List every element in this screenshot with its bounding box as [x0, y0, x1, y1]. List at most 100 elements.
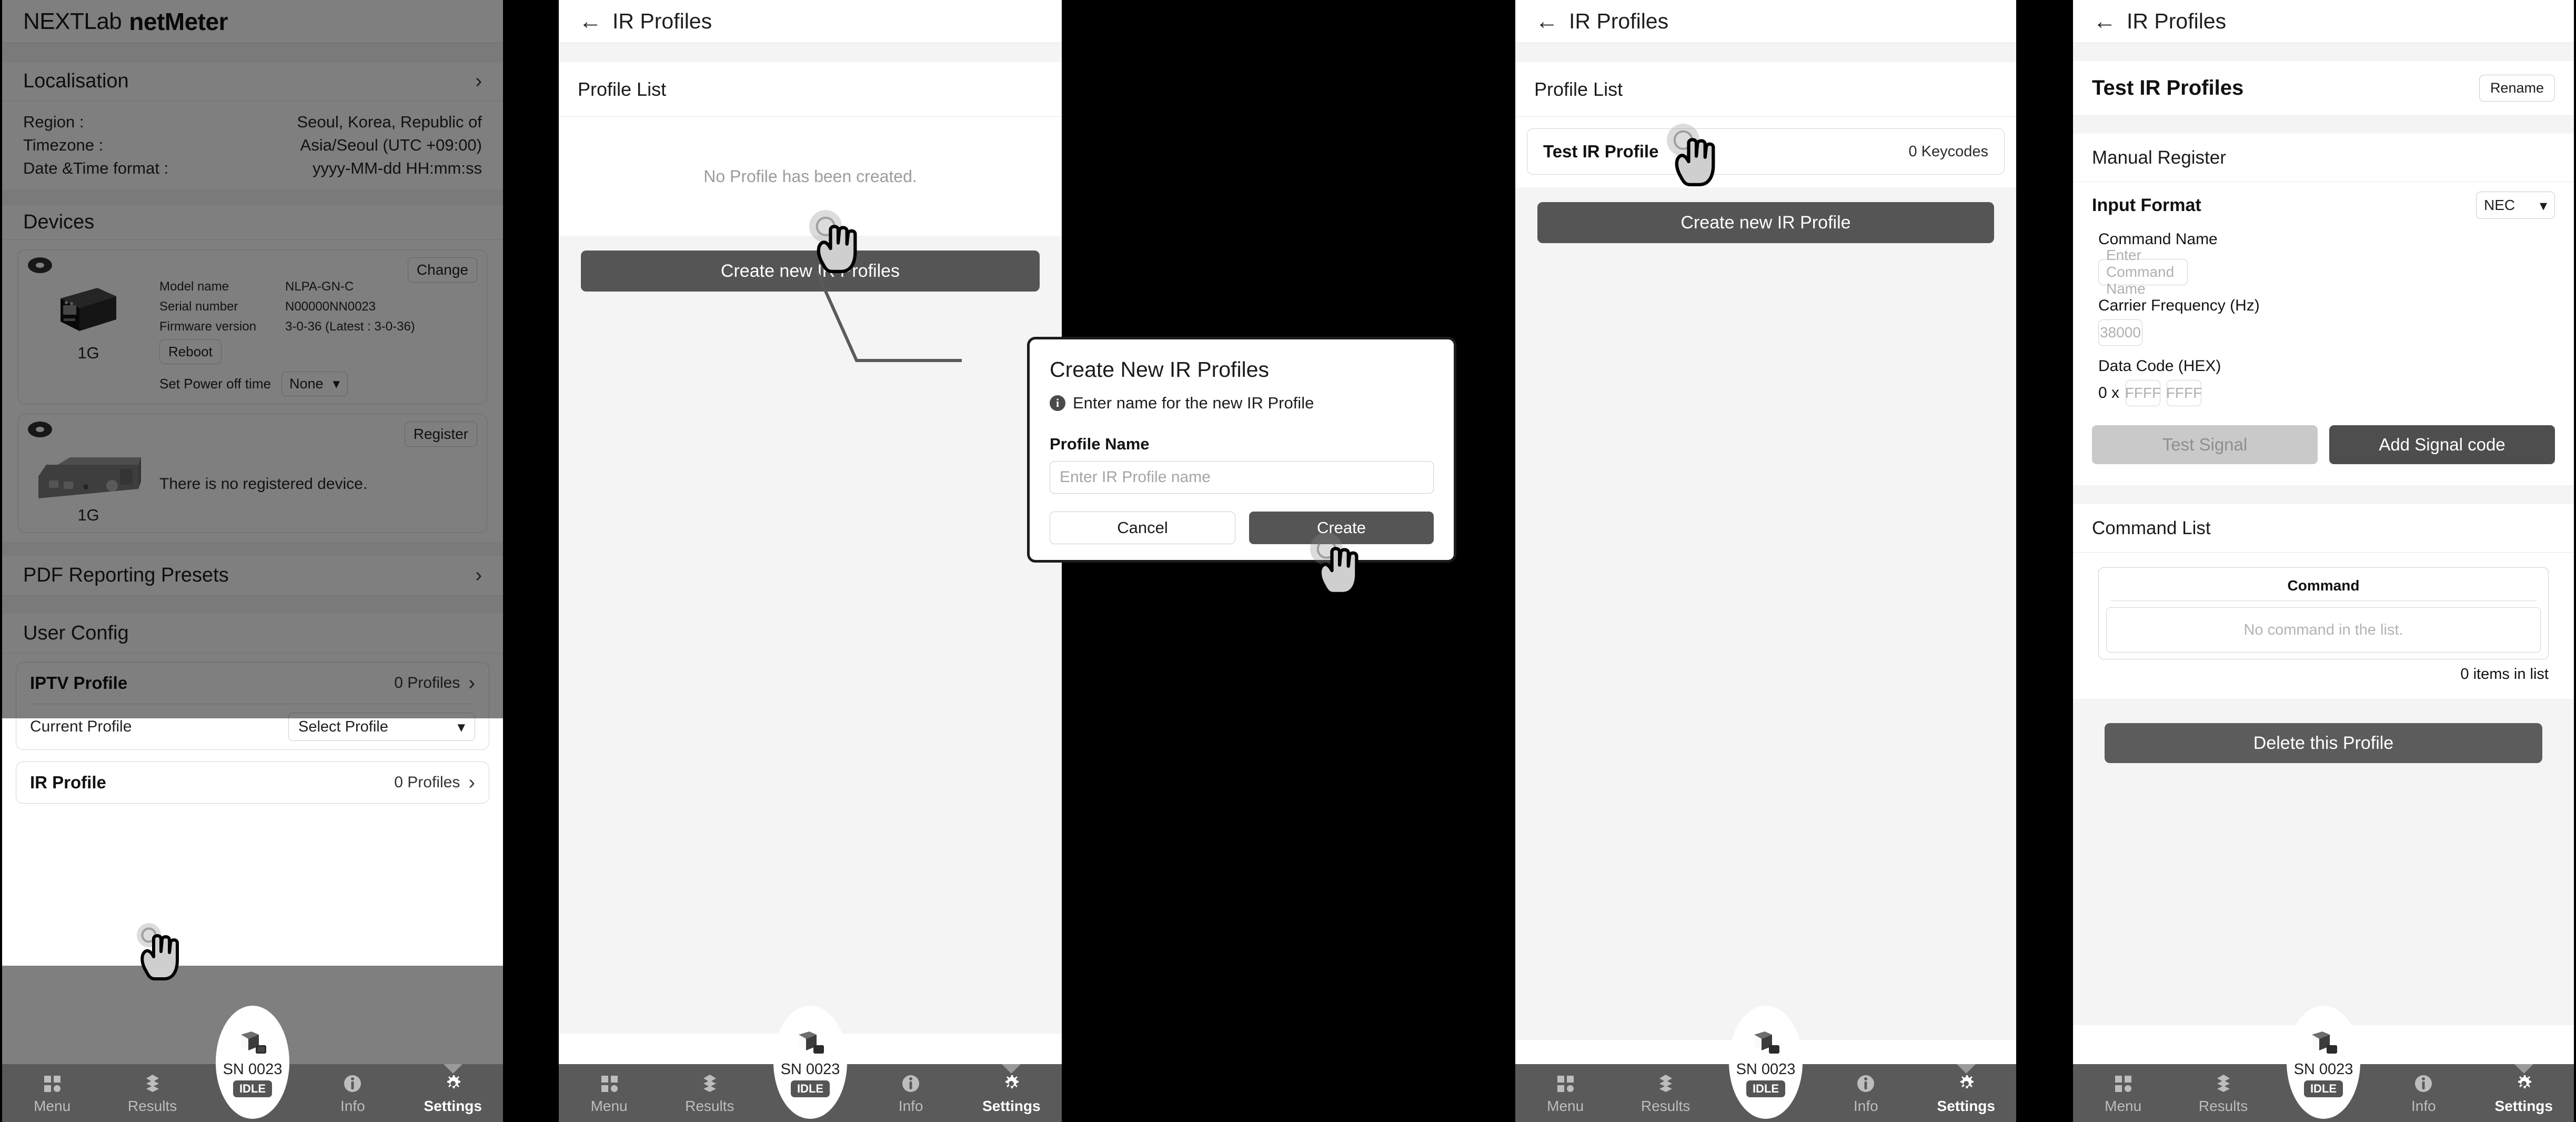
nav-item-info-p4[interactable]: Info: [2376, 1064, 2471, 1115]
rename-button[interactable]: Rename: [2479, 75, 2555, 102]
profile-list-header-panel2: Profile List: [559, 62, 1062, 117]
nav-item-results-p4[interactable]: Results: [2176, 1064, 2271, 1115]
carrier-frequency-input[interactable]: 38000: [2098, 319, 2142, 346]
nav-item-menu-p4[interactable]: Menu: [2076, 1064, 2171, 1115]
nav-item-info[interactable]: Info: [305, 1064, 400, 1115]
create-new-ir-profiles-button[interactable]: Create new IR Profiles: [581, 251, 1040, 292]
spacer-p4-c: [2073, 485, 2574, 504]
ir-profile-card[interactable]: IR Profile 0 Profiles ›: [16, 762, 489, 804]
dialog-info-line: i Enter name for the new IR Profile: [1050, 394, 1434, 413]
datetime-format-label: Date &Time format :: [23, 159, 169, 177]
nav-item-info-p2[interactable]: Info: [863, 1064, 959, 1115]
device-cube-icon: [61, 288, 116, 331]
add-signal-code-button[interactable]: Add Signal code: [2329, 425, 2555, 464]
delete-profile-button[interactable]: Delete this Profile: [2105, 723, 2542, 763]
profile-name-input[interactable]: Enter IR Profile name: [1050, 461, 1434, 494]
hex-input-2[interactable]: FFFF: [2166, 380, 2202, 406]
register-button[interactable]: Register: [404, 422, 477, 447]
spacer-p3: [1515, 43, 2016, 62]
gear-icon: [442, 1071, 464, 1096]
info-icon: [342, 1071, 363, 1096]
panel4-delete-area: Delete this Profile: [2073, 699, 2574, 1025]
brand-nextlab: NEXTLab: [23, 8, 122, 34]
input-format-label: Input Format: [2092, 195, 2201, 215]
nav-label-settings-p2: Settings: [982, 1098, 1041, 1114]
device-card-unregistered[interactable]: Register 1G There is no registered devic…: [18, 414, 487, 533]
create-ir-profile-dialog: Create New IR Profiles i Enter name for …: [1027, 337, 1456, 563]
back-arrow-icon[interactable]: ←: [579, 9, 602, 33]
iptv-profile-row[interactable]: IPTV Profile 0 Profiles ›: [30, 663, 475, 704]
device-status-badge[interactable]: SN 0023 IDLE: [216, 1006, 289, 1119]
panel3-action-area: Create new IR Profile: [1515, 187, 2016, 1040]
command-name-input[interactable]: Enter Command Name: [2098, 247, 2188, 297]
device2-status-dot-icon: [28, 422, 52, 437]
device-status-badge-p4[interactable]: SN 0023 IDLE: [2287, 1006, 2360, 1119]
current-profile-select[interactable]: Select Profile ▾: [288, 713, 475, 741]
grid-icon-p4: [2112, 1071, 2134, 1096]
nav-item-menu[interactable]: Menu: [5, 1064, 100, 1115]
dialog-info-text: Enter name for the new IR Profile: [1073, 394, 1314, 412]
section-user-config-label: User Config: [23, 622, 129, 644]
topbar-title-panel4: IR Profiles: [2127, 9, 2227, 33]
device-card-registered[interactable]: Change 1G Model name NLPA-GN-C Serial nu…: [18, 249, 487, 404]
command-empty-message: No command in the list.: [2106, 607, 2541, 653]
test-signal-button[interactable]: Test Signal: [2092, 425, 2318, 464]
nav-item-menu-p3[interactable]: Menu: [1518, 1064, 1613, 1115]
spacer-p4-b: [2073, 116, 2574, 134]
nav-item-menu-p2[interactable]: Menu: [561, 1064, 657, 1115]
device-status-dot-icon: [28, 257, 52, 273]
grid-icon-p3: [1555, 1071, 1576, 1096]
nav-item-settings[interactable]: Settings: [405, 1064, 500, 1115]
region-value: Seoul, Korea, Republic of: [297, 113, 482, 131]
profile-list-title-panel2: Profile List: [578, 78, 667, 100]
cancel-button[interactable]: Cancel: [1050, 512, 1235, 544]
dialog-button-row: Cancel Create: [1050, 512, 1434, 544]
nav-label-results: Results: [127, 1098, 177, 1114]
hex-input-1[interactable]: FFFF: [2125, 380, 2161, 406]
power-off-time-select[interactable]: None ▾: [281, 372, 348, 396]
active-tab-indicator-icon-p2: [1002, 1064, 1021, 1074]
active-tab-indicator-icon-p4: [2514, 1064, 2533, 1074]
section-localisation[interactable]: Localisation ›: [2, 62, 503, 101]
current-profile-label: Current Profile: [30, 718, 132, 735]
bottom-nav-panel3: Menu Results Info Settings SN 0023 IDLE: [1515, 1006, 2016, 1122]
nav-label-info-p3: Info: [1854, 1098, 1878, 1114]
input-format-select[interactable]: NEC ▾: [2476, 192, 2555, 219]
profile-item-name: Test IR Profile: [1543, 142, 1659, 161]
command-name-field: Command Name Enter Command Name: [2073, 231, 2574, 297]
nav-item-settings-p2[interactable]: Settings: [964, 1064, 1060, 1115]
device-status-badge-p3[interactable]: SN 0023 IDLE: [1729, 1006, 1803, 1119]
nav-label-info-p4: Info: [2411, 1098, 2436, 1114]
model-name-label: Model name: [159, 279, 229, 294]
nav-item-results[interactable]: Results: [105, 1064, 200, 1115]
nav-item-results-p2[interactable]: Results: [662, 1064, 758, 1115]
grid-icon: [42, 1071, 63, 1096]
brand-netmeter: netMeter: [129, 7, 228, 35]
nav-item-settings-p4[interactable]: Settings: [2476, 1064, 2571, 1115]
nav-label-menu: Menu: [34, 1098, 71, 1114]
iptv-profile-card[interactable]: IPTV Profile 0 Profiles › Current Profil…: [16, 662, 489, 750]
create-new-ir-profile-button[interactable]: Create new IR Profile: [1537, 202, 1994, 243]
ir-profile-count: 0 Profiles: [394, 774, 460, 791]
chevron-down-icon-profile: ▾: [457, 718, 465, 736]
active-tab-indicator-icon-p3: [1956, 1064, 1976, 1074]
device2-visual: 1G: [28, 444, 149, 525]
reboot-button[interactable]: Reboot: [159, 339, 222, 364]
list-item-test-ir-profile[interactable]: Test IR Profile 0 Keycodes: [1527, 128, 2005, 175]
back-arrow-icon-p3[interactable]: ←: [1535, 9, 1558, 33]
section-pdf-reporting-presets[interactable]: PDF Reporting Presets ›: [2, 556, 503, 596]
create-button[interactable]: Create: [1249, 512, 1434, 544]
device-status-badge-p2[interactable]: SN 0023 IDLE: [773, 1006, 847, 1119]
datetime-format-value: yyyy-MM-dd HH:mm:ss: [312, 159, 482, 177]
nav-item-settings-p3[interactable]: Settings: [1918, 1064, 2014, 1115]
ir-profile-row[interactable]: IR Profile 0 Profiles ›: [30, 762, 475, 803]
nav-item-results-p3[interactable]: Results: [1618, 1064, 1713, 1115]
nav-label-menu-p2: Menu: [590, 1098, 628, 1114]
profile-list-title-panel3: Profile List: [1534, 78, 1623, 100]
back-arrow-icon-p4[interactable]: ←: [2093, 9, 2116, 33]
no-registered-device-message: There is no registered device.: [159, 475, 368, 493]
nav-item-info-p3[interactable]: Info: [1818, 1064, 1914, 1115]
bottom-nav: Menu Results Info Settings SN 0023 IDLE: [2, 1006, 503, 1122]
nav-label-settings-p3: Settings: [1937, 1098, 1995, 1114]
command-name-label: Command Name: [2098, 231, 2218, 248]
